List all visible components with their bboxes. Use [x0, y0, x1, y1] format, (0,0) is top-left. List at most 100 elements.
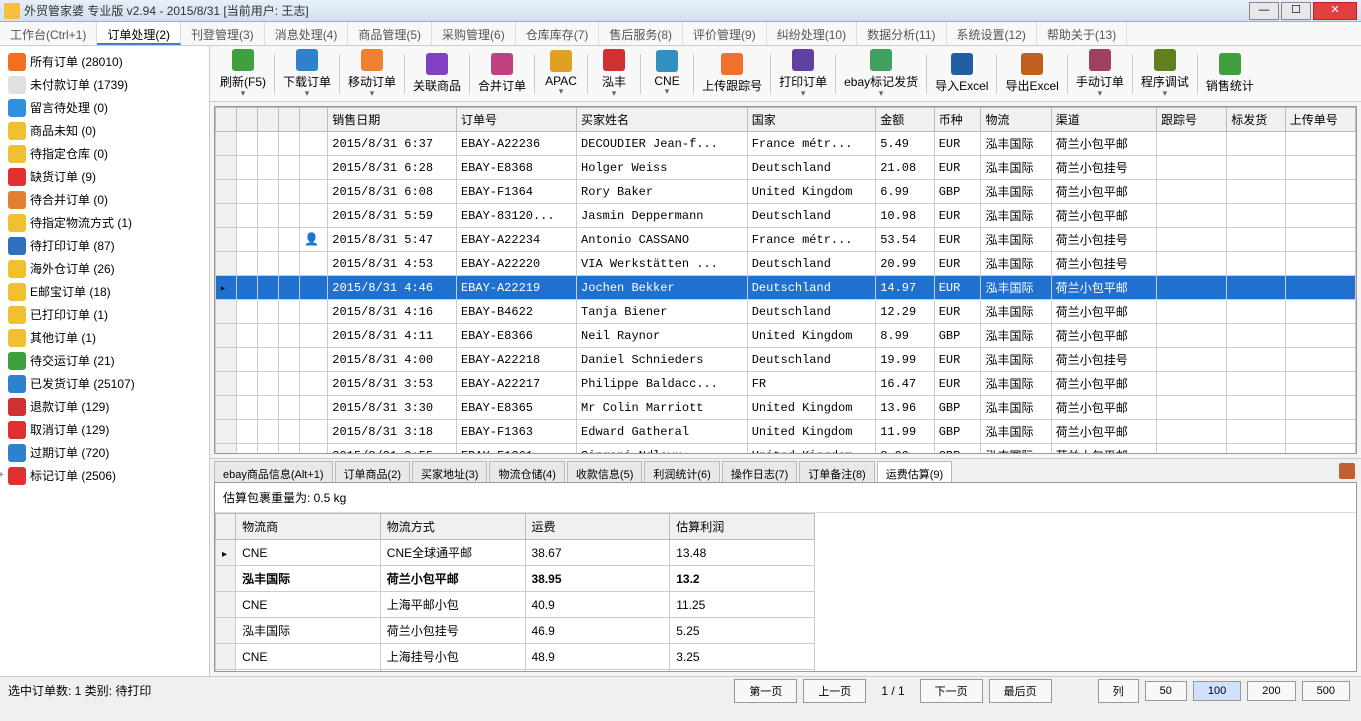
cell[interactable]: EBAY-A22218	[456, 348, 576, 372]
cell[interactable]: 泓丰国际	[981, 156, 1051, 180]
detail-tab-3[interactable]: 物流仓储(4)	[489, 461, 564, 482]
cell[interactable]	[1285, 252, 1355, 276]
cell[interactable]: 泓丰国际	[981, 252, 1051, 276]
cell[interactable]	[1157, 132, 1227, 156]
cell[interactable]	[1227, 228, 1286, 252]
maximize-button[interactable]: ☐	[1281, 2, 1311, 20]
cell[interactable]: 泓丰国际	[981, 300, 1051, 324]
cell[interactable]: VIA Werkstätten ...	[577, 252, 748, 276]
cell[interactable]: 泓丰国际	[981, 372, 1051, 396]
order-row[interactable]: 2015/8/31 4:11EBAY-E8366Neil RaynorUnite…	[216, 324, 1356, 348]
cell[interactable]: 荷兰小包挂号	[1051, 156, 1156, 180]
cell[interactable]: 泓丰国际	[981, 180, 1051, 204]
sidebar-item-5[interactable]: 缺货订单 (9)	[0, 165, 209, 188]
cell[interactable]: France métr...	[747, 228, 876, 252]
order-row[interactable]: 👤2015/8/31 5:47EBAY-A22234Antonio CASSAN…	[216, 228, 1356, 252]
order-row[interactable]: 2015/8/31 3:18EBAY-F1363Edward GatheralU…	[216, 420, 1356, 444]
cell[interactable]	[279, 180, 300, 204]
cell[interactable]: 荷兰小包平邮	[1051, 204, 1156, 228]
toolbar-下载订单[interactable]: 下载订单▾	[277, 47, 337, 101]
order-row[interactable]: 2015/8/31 4:53EBAY-A22220VIA Werkstätten…	[216, 252, 1356, 276]
cell[interactable]: 8.99	[876, 444, 935, 455]
cell[interactable]: 16.47	[876, 372, 935, 396]
cell[interactable]	[1285, 396, 1355, 420]
cell[interactable]	[1285, 444, 1355, 455]
cell[interactable]: GBP	[934, 396, 981, 420]
cell[interactable]: FR	[747, 372, 876, 396]
cell[interactable]: 荷兰小包平邮	[1051, 444, 1156, 455]
sidebar-item-9[interactable]: 海外仓订单 (26)	[0, 257, 209, 280]
order-grid-wrap[interactable]: 销售日期订单号买家姓名国家金额币种物流渠道跟踪号标发货上传单号2015/8/31…	[214, 106, 1357, 454]
cell[interactable]: EUR	[934, 252, 981, 276]
cell[interactable]	[237, 396, 258, 420]
last-page-button[interactable]: 最后页	[989, 679, 1052, 703]
detail-tab-4[interactable]: 收款信息(5)	[567, 461, 642, 482]
cell[interactable]	[237, 204, 258, 228]
menu-tab-4[interactable]: 商品管理(5)	[348, 22, 432, 45]
cell[interactable]: 8.99	[876, 324, 935, 348]
cell[interactable]	[258, 252, 279, 276]
cell[interactable]: EBAY-A22236	[456, 132, 576, 156]
cell[interactable]: Daniel Schnieders	[577, 348, 748, 372]
cell[interactable]: Edward Gatheral	[577, 420, 748, 444]
cell[interactable]: Rory Baker	[577, 180, 748, 204]
toolbar-移动订单[interactable]: 移动订单▾	[342, 47, 402, 101]
cell[interactable]	[258, 420, 279, 444]
cell[interactable]: 2015/8/31 2:55	[328, 444, 457, 455]
cell[interactable]: 20.99	[876, 252, 935, 276]
sidebar-item-1[interactable]: 未付款订单 (1739)	[0, 73, 209, 96]
col-上传单号[interactable]: 上传单号	[1285, 108, 1355, 132]
cell[interactable]: 荷兰小包平邮	[1051, 300, 1156, 324]
cell[interactable]	[279, 300, 300, 324]
cell[interactable]: Holger Weiss	[577, 156, 748, 180]
cell[interactable]	[279, 228, 300, 252]
cell[interactable]	[1157, 372, 1227, 396]
cell[interactable]: DECOUDIER Jean-f...	[577, 132, 748, 156]
menu-tab-6[interactable]: 仓库库存(7)	[516, 22, 600, 45]
col-[interactable]	[237, 108, 258, 132]
cell[interactable]: France métr...	[747, 132, 876, 156]
cell[interactable]	[258, 276, 279, 300]
sidebar-item-8[interactable]: 待打印订单 (87)	[0, 234, 209, 257]
cell[interactable]: EBAY-E8366	[456, 324, 576, 348]
cell[interactable]: Tanja Biener	[577, 300, 748, 324]
toolbar-刷新(F5)[interactable]: 刷新(F5)▾	[214, 47, 272, 101]
cell[interactable]	[1227, 444, 1286, 455]
cell[interactable]	[300, 204, 328, 228]
cell[interactable]	[1285, 132, 1355, 156]
order-row[interactable]: 2015/8/31 2:55EBAY-F1361Singani NdlovuUn…	[216, 444, 1356, 455]
detail-tab-5[interactable]: 利润统计(6)	[644, 461, 719, 482]
cell[interactable]	[300, 300, 328, 324]
order-row[interactable]: 2015/8/31 5:59EBAY-83120...Jasmin Depper…	[216, 204, 1356, 228]
cell[interactable]	[279, 420, 300, 444]
col-跟踪号[interactable]: 跟踪号	[1157, 108, 1227, 132]
cell[interactable]	[237, 228, 258, 252]
sidebar-item-13[interactable]: 待交运订单 (21)	[0, 349, 209, 372]
cell[interactable]	[258, 180, 279, 204]
toolbar-销售统计[interactable]: 销售统计	[1200, 51, 1260, 96]
minimize-button[interactable]: —	[1249, 2, 1279, 20]
cell[interactable]: Jochen Bekker	[577, 276, 748, 300]
cell[interactable]: 13.96	[876, 396, 935, 420]
cell[interactable]	[1227, 348, 1286, 372]
menu-tab-0[interactable]: 工作台(Ctrl+1)	[0, 22, 97, 45]
shipping-row[interactable]: CNECNE全球通平邮38.6713.48	[216, 540, 815, 566]
cell[interactable]: 2015/8/31 5:59	[328, 204, 457, 228]
cell[interactable]: 荷兰小包挂号	[1051, 348, 1156, 372]
toolbar-泓丰[interactable]: 泓丰▾	[590, 47, 638, 101]
cell[interactable]: Deutschland	[747, 156, 876, 180]
menu-tab-2[interactable]: 刊登管理(3)	[181, 22, 265, 45]
cell[interactable]	[279, 156, 300, 180]
toolbar-程序调试[interactable]: 程序调试▾	[1135, 47, 1195, 101]
cell[interactable]: GBP	[934, 420, 981, 444]
cell[interactable]: EUR	[934, 348, 981, 372]
cell[interactable]: 荷兰小包挂号	[1051, 228, 1156, 252]
cell[interactable]	[1157, 300, 1227, 324]
cell[interactable]	[300, 348, 328, 372]
cell[interactable]	[300, 252, 328, 276]
cell[interactable]: 2015/8/31 3:30	[328, 396, 457, 420]
col-物流[interactable]: 物流	[981, 108, 1051, 132]
col-国家[interactable]: 国家	[747, 108, 876, 132]
cell[interactable]	[1227, 132, 1286, 156]
sidebar-item-16[interactable]: 取消订单 (129)	[0, 418, 209, 441]
